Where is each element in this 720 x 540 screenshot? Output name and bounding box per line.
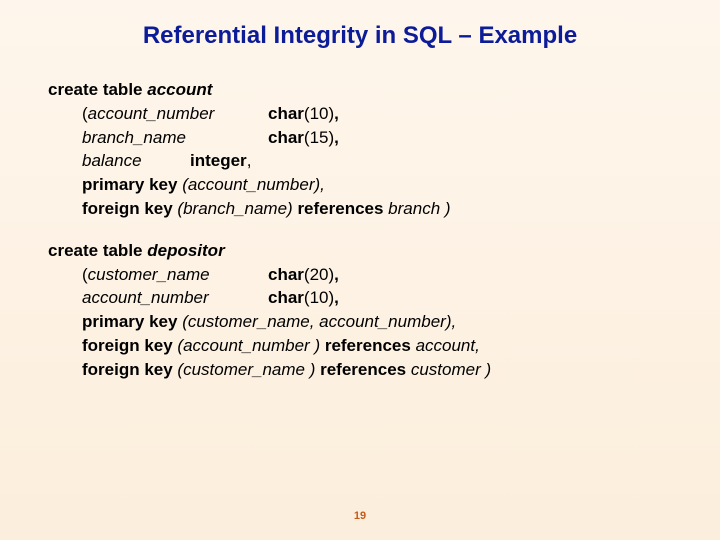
type-integer: integer: [190, 151, 247, 170]
size-10: (10): [304, 104, 334, 123]
code-line: balanceinteger,: [48, 149, 680, 173]
size-15: (15): [304, 128, 334, 147]
code-line: foreign key (account_number ) references…: [48, 334, 680, 358]
code-line: create table depositor: [48, 239, 680, 263]
col-branch-name: branch_name: [82, 126, 268, 150]
col-account-number: account_number: [82, 286, 268, 310]
size-10: (10): [304, 288, 334, 307]
code-line: (account_numberchar(10),: [48, 102, 680, 126]
ref-customer: customer ): [411, 360, 491, 379]
comma: ,: [334, 288, 339, 307]
col-account-number: account_number: [88, 104, 215, 123]
kw-references: references: [320, 360, 411, 379]
code-line: foreign key (branch_name) references bra…: [48, 197, 680, 221]
kw-foreign-key: foreign key: [82, 360, 177, 379]
col-customer-name: customer_name: [88, 265, 210, 284]
ident-account: account: [147, 80, 212, 99]
type-char: char: [268, 104, 304, 123]
kw-references: references: [325, 336, 416, 355]
col-balance: balance: [82, 149, 190, 173]
size-20: (20): [304, 265, 334, 284]
slide-content: create table account (account_numberchar…: [0, 78, 720, 382]
sql-block-account: create table account (account_numberchar…: [48, 78, 680, 221]
ident-depositor: depositor: [147, 241, 224, 260]
fk-cols: (customer_name ): [177, 360, 320, 379]
kw-foreign-key: foreign key: [82, 199, 177, 218]
pk-cols: (account_number),: [182, 175, 325, 194]
code-line: foreign key (customer_name ) references …: [48, 358, 680, 382]
code-line: create table account: [48, 78, 680, 102]
code-line: (customer_namechar(20),: [48, 263, 680, 287]
type-char: char: [268, 265, 304, 284]
ref-account: account,: [416, 336, 480, 355]
code-line: account_numberchar(10),: [48, 286, 680, 310]
sql-block-depositor: create table depositor (customer_namecha…: [48, 239, 680, 382]
type-char: char: [268, 128, 304, 147]
code-line: primary key (customer_name, account_numb…: [48, 310, 680, 334]
comma: ,: [334, 265, 339, 284]
fk-cols: (branch_name): [177, 199, 297, 218]
fk-cols: (account_number ): [177, 336, 324, 355]
page-number: 19: [0, 510, 720, 522]
comma: ,: [334, 104, 339, 123]
pk-cols: (customer_name, account_number),: [182, 312, 456, 331]
kw-create-table: create table: [48, 80, 147, 99]
code-line: branch_namechar(15),: [48, 126, 680, 150]
ref-branch: branch ): [388, 199, 450, 218]
code-line: primary key (account_number),: [48, 173, 680, 197]
kw-primary-key: primary key: [82, 175, 182, 194]
kw-references: references: [297, 199, 388, 218]
type-char: char: [268, 288, 304, 307]
kw-foreign-key: foreign key: [82, 336, 177, 355]
slide-title: Referential Integrity in SQL – Example: [0, 0, 720, 78]
kw-create-table: create table: [48, 241, 147, 260]
comma: ,: [247, 151, 252, 170]
comma: ,: [334, 128, 339, 147]
kw-primary-key: primary key: [82, 312, 182, 331]
